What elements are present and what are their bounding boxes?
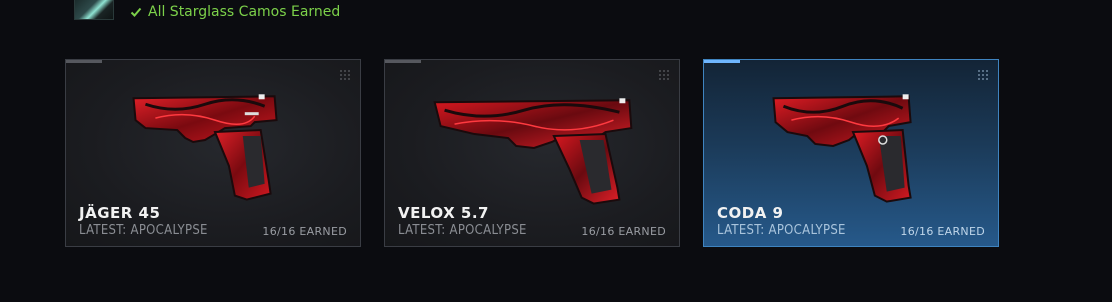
checkmark-icon (130, 7, 142, 17)
card-corner-tab (385, 60, 421, 63)
pistol-image (132, 94, 278, 201)
weapon-card-jager-45[interactable]: JÄGER 45 LATEST: APOCALYPSE 16/16 EARNED (65, 59, 361, 247)
camo-status: All Starglass Camos Earned (130, 4, 340, 20)
latest-camo: LATEST: APOCALYPSE (717, 223, 846, 238)
earned-count: 16/16 EARNED (900, 225, 985, 238)
latest-camo: LATEST: APOCALYPSE (398, 223, 527, 238)
pistol-image (433, 98, 633, 205)
status-text: All Starglass Camos Earned (148, 4, 341, 20)
card-corner-tab (66, 60, 102, 63)
card-corner-tab (704, 60, 740, 63)
earned-count: 16/16 EARNED (262, 225, 347, 238)
earned-count: 16/16 EARNED (581, 225, 666, 238)
weapon-card-coda-9[interactable]: CODA 9 LATEST: APOCALYPSE 16/16 EARNED (703, 59, 999, 247)
weapon-name: CODA 9 (717, 204, 784, 222)
pistol-image (772, 94, 912, 203)
latest-camo: LATEST: APOCALYPSE (79, 223, 208, 238)
weapon-card-velox-57[interactable]: VELOX 5.7 LATEST: APOCALYPSE 16/16 EARNE… (384, 59, 680, 247)
camo-status-bar: All Starglass Camos Earned (74, 0, 340, 24)
starglass-camo-thumbnail (74, 0, 114, 20)
weapon-name: VELOX 5.7 (398, 204, 489, 222)
weapon-name: JÄGER 45 (79, 204, 161, 222)
